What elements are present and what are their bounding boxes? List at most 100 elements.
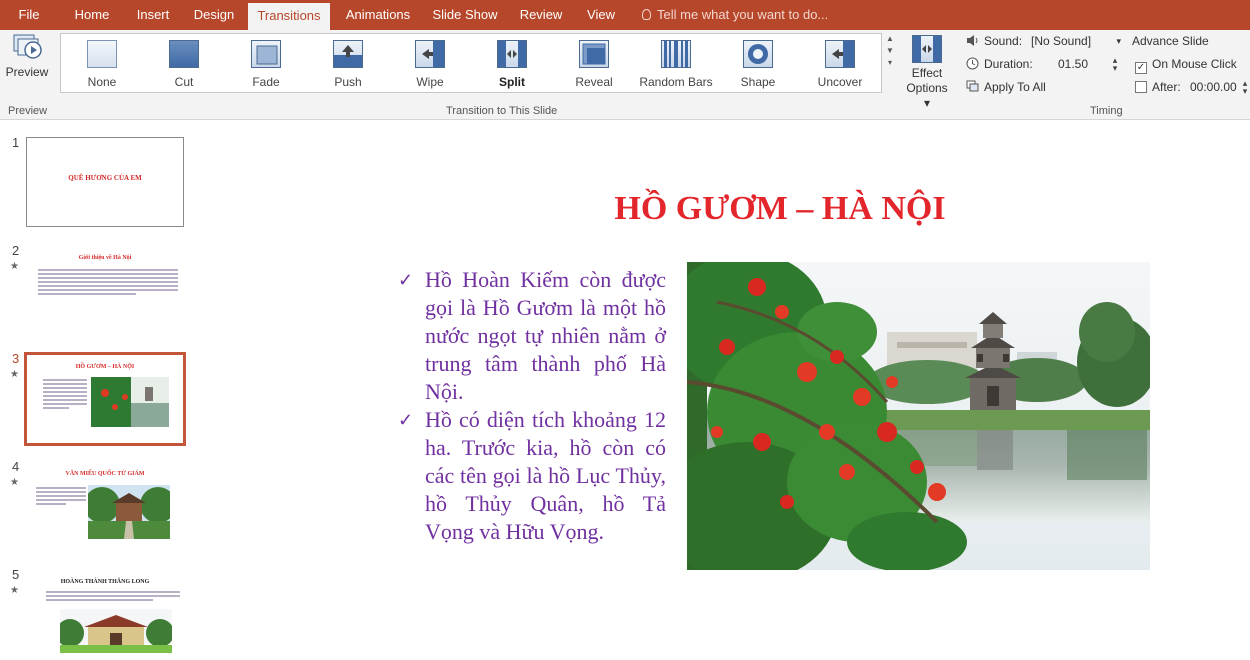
sound-label: Sound: <box>984 34 1023 48</box>
tab-view[interactable]: View <box>580 0 622 30</box>
uncover-transition-icon <box>825 40 855 68</box>
reveal-transition-icon <box>579 40 609 68</box>
slide-number: 3 <box>12 351 20 366</box>
thumbnail-title: HOÀNG THÀNH THĂNG LONG <box>60 579 150 585</box>
effect-options-icon <box>912 35 942 63</box>
on-mouse-click-option[interactable]: ✓ On Mouse Click <box>1135 55 1237 74</box>
split-transition-icon <box>497 40 527 68</box>
duration-spinner-icon[interactable]: ▴ ▾ <box>1110 56 1120 73</box>
transition-label: Reveal <box>575 75 613 89</box>
after-spinner-icon[interactable]: ▴ ▾ <box>1240 79 1250 96</box>
after-value: 00:00.00 <box>1190 80 1237 94</box>
shape-transition-icon <box>743 40 773 68</box>
lightbulb-icon <box>642 9 651 20</box>
slide-body-text[interactable]: ✓ Hồ Hoàn Kiếm còn được gọi là Hồ Gươm là… <box>398 266 666 546</box>
gallery-more-icon[interactable]: ▾ <box>884 57 896 69</box>
tab-home[interactable]: Home <box>68 0 116 30</box>
thumbnail-photo <box>60 609 172 653</box>
tab-file[interactable]: File <box>12 0 46 30</box>
after-checkbox[interactable] <box>1135 81 1147 93</box>
slide-number: 4 <box>12 459 20 474</box>
checkmark-bullet-icon: ✓ <box>398 270 414 290</box>
transition-label: Shape <box>740 75 776 89</box>
tab-animations[interactable]: Animations <box>340 0 416 30</box>
menu-bar: File Home Insert Design Transitions Anim… <box>0 0 1250 30</box>
transition-label: Uncover <box>817 75 863 89</box>
thumbnail-text-lines <box>38 269 178 297</box>
duration-row: Duration: <box>966 55 1033 73</box>
preview-group-label: Preview <box>8 105 48 117</box>
tab-insert[interactable]: Insert <box>130 0 176 30</box>
transition-none[interactable]: None <box>62 36 142 90</box>
transition-label: Split <box>499 75 525 89</box>
after-time-input[interactable]: 00:00.00 ▴ ▾ <box>1190 78 1248 96</box>
animation-star-icon: ★ <box>10 369 19 380</box>
powerpoint-window: File Home Insert Design Transitions Anim… <box>0 0 1250 660</box>
scroll-down-icon[interactable]: ▼ <box>884 45 896 57</box>
tab-review[interactable]: Review <box>514 0 568 30</box>
random-bars-transition-icon <box>661 40 691 68</box>
apply-to-all-icon <box>966 80 979 93</box>
transition-label: Random Bars <box>639 75 713 89</box>
thumbnail-photo <box>91 377 169 427</box>
tell-me-search[interactable]: Tell me what you want to do... <box>642 0 828 30</box>
tab-design[interactable]: Design <box>188 0 240 30</box>
slide-thumbnail-2[interactable]: Giới thiệu về Hà Nội <box>26 245 184 335</box>
on-mouse-click-checkbox[interactable]: ✓ <box>1135 62 1147 74</box>
transition-fade[interactable]: Fade <box>226 36 306 90</box>
transition-label: Fade <box>252 75 280 89</box>
transition-label: Push <box>334 75 362 89</box>
transition-shape[interactable]: Shape <box>718 36 798 90</box>
dropdown-arrow-icon: ▾ <box>1116 36 1121 46</box>
checkmark-bullet-icon: ✓ <box>398 410 414 430</box>
lake-photo[interactable] <box>687 262 1150 570</box>
slide-thumbnail-1[interactable]: QUÊ HƯƠNG CỦA EM <box>26 137 184 227</box>
transition-label: Cut <box>174 75 194 89</box>
animation-star-icon: ★ <box>10 585 19 596</box>
transition-label: Wipe <box>416 75 444 89</box>
cut-transition-icon <box>169 40 199 68</box>
sound-dropdown[interactable]: [No Sound] ▾ <box>1031 32 1123 50</box>
animation-star-icon: ★ <box>10 261 19 272</box>
thumbnail-text-lines <box>43 379 87 411</box>
duration-label: Duration: <box>984 57 1033 71</box>
transition-gallery: None Cut Fade Push Wipe Split Reveal Ran… <box>60 33 882 93</box>
speaker-icon <box>966 34 979 47</box>
transition-reveal[interactable]: Reveal <box>554 36 634 90</box>
transition-cut[interactable]: Cut <box>144 36 224 90</box>
thumbnail-photo <box>88 485 170 539</box>
after-option[interactable]: After: <box>1135 78 1181 96</box>
transition-uncover[interactable]: Uncover <box>800 36 880 90</box>
sound-row: Sound: <box>966 32 1022 50</box>
slide-thumbnail-4[interactable]: VĂN MIẾU QUỐC TỬ GIÁM <box>26 461 184 551</box>
thumbnail-title: HỒ GƯƠM – HÀ NỘI <box>75 364 135 370</box>
thumbnail-title: QUÊ HƯƠNG CỦA EM <box>68 174 142 182</box>
slide-title[interactable]: HỒ GƯƠM – HÀ NỘI <box>560 190 1000 228</box>
duration-value: 01.50 <box>1058 57 1089 71</box>
ribbon: Preview Preview None Cut Fade Push Wipe … <box>0 30 1250 120</box>
gallery-scroll[interactable]: ▲ ▼ ▾ <box>884 33 896 93</box>
preview-button[interactable]: Preview <box>4 33 50 91</box>
duration-input[interactable]: 01.50 ▴ ▾ <box>1058 55 1122 73</box>
after-label: After: <box>1152 80 1181 94</box>
effect-options-button[interactable]: Effect Options ▾ <box>902 33 952 110</box>
tab-transitions[interactable]: Transitions <box>248 3 330 30</box>
slide-thumbnail-3[interactable]: HỒ GƯƠM – HÀ NỘI <box>24 352 186 446</box>
none-transition-icon <box>87 40 117 68</box>
bullet-item: ✓ Hồ Hoàn Kiếm còn được gọi là Hồ Gươm là… <box>398 267 666 404</box>
apply-to-all-button[interactable]: Apply To All <box>966 78 1046 96</box>
slide-thumbnail-5[interactable]: HOÀNG THÀNH THĂNG LONG <box>26 569 184 659</box>
tab-slide-show[interactable]: Slide Show <box>428 0 502 30</box>
transition-random-bars[interactable]: Random Bars <box>636 36 716 90</box>
scroll-up-icon[interactable]: ▲ <box>884 33 896 45</box>
transition-label: None <box>87 75 117 89</box>
thumbnail-title: Giới thiệu về Hà Nội <box>78 255 132 261</box>
slide-number: 1 <box>12 135 20 150</box>
transition-push[interactable]: Push <box>308 36 388 90</box>
transition-split[interactable]: Split <box>472 36 552 90</box>
slide-number: 2 <box>12 243 20 258</box>
transition-wipe[interactable]: Wipe <box>390 36 470 90</box>
animation-star-icon: ★ <box>10 477 19 488</box>
effect-options-label: Effect Options ▾ <box>906 66 948 110</box>
wipe-transition-icon <box>415 40 445 68</box>
